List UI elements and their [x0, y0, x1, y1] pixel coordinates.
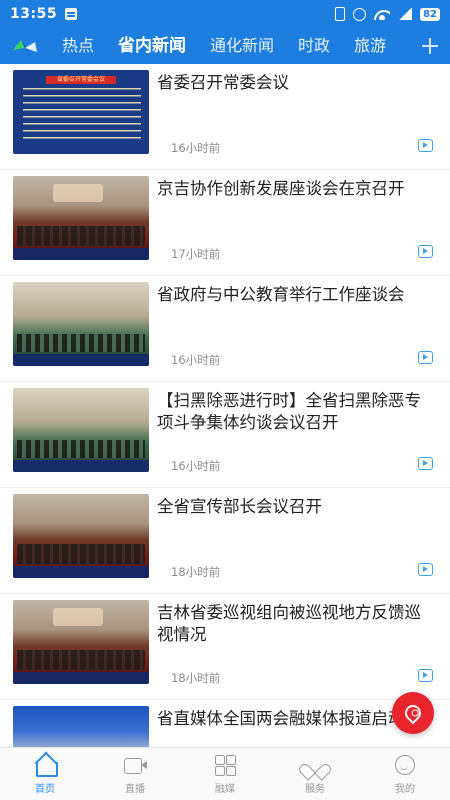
- news-item[interactable]: 省委召开常委会议 省委召开常委会议 16小时前: [0, 64, 450, 170]
- add-channel-icon[interactable]: [410, 28, 450, 64]
- tab-politics[interactable]: 时政: [286, 28, 342, 64]
- nav-media[interactable]: 融媒: [180, 748, 270, 800]
- video-play-icon[interactable]: [418, 457, 433, 470]
- news-thumbnail: [13, 282, 149, 366]
- battery-icon: 82: [420, 7, 440, 21]
- news-title: 京吉协作创新发展座谈会在京召开: [157, 179, 405, 198]
- nav-label: 融媒: [215, 783, 235, 795]
- news-item[interactable]: 省政府与中公教育举行工作座谈会 16小时前: [0, 276, 450, 382]
- news-thumbnail: [13, 388, 149, 472]
- news-time: 16小时前: [171, 141, 221, 155]
- news-thumbnail: [13, 494, 149, 578]
- tab-provincial-news[interactable]: 省内新闻: [106, 28, 198, 64]
- nav-home[interactable]: 首页: [0, 748, 90, 800]
- news-title: 吉林省委巡视组向被巡视地方反馈巡视情况: [157, 603, 421, 644]
- tab-travel[interactable]: 旅游: [342, 28, 398, 64]
- profile-smiley-icon: [393, 754, 417, 776]
- live-camera-icon: [123, 754, 147, 776]
- tab-tonghua-news[interactable]: 通化新闻: [198, 28, 286, 64]
- news-time: 18小时前: [171, 565, 221, 579]
- location-fab-button[interactable]: [392, 692, 434, 734]
- video-play-icon[interactable]: [418, 351, 433, 364]
- signal-icon: [398, 8, 413, 20]
- news-item[interactable]: 省直媒体全国两会融媒体报道启动: [0, 700, 450, 747]
- status-time: 13:55: [10, 6, 58, 22]
- app-logo-icon[interactable]: [0, 28, 50, 64]
- video-play-icon[interactable]: [418, 139, 433, 152]
- nav-label: 服务: [305, 783, 325, 795]
- news-title: 【扫黑除恶进行时】全省扫黑除恶专项斗争集体约谈会议召开: [157, 391, 421, 432]
- bottom-navigation: 首页 直播 融媒 服务 我的: [0, 747, 450, 800]
- news-thumbnail: [13, 706, 149, 747]
- nav-service[interactable]: 服务: [270, 748, 360, 800]
- nav-mine[interactable]: 我的: [360, 748, 450, 800]
- news-item[interactable]: 吉林省委巡视组向被巡视地方反馈巡视情况 18小时前: [0, 594, 450, 700]
- news-title: 全省宣传部长会议召开: [157, 497, 322, 516]
- status-icons: 82: [335, 7, 440, 21]
- news-item[interactable]: 京吉协作创新发展座谈会在京召开 17小时前: [0, 170, 450, 276]
- video-play-icon[interactable]: [418, 245, 433, 258]
- thumbnail-caption: 省委召开常委会议: [46, 76, 116, 84]
- video-play-icon[interactable]: [418, 563, 433, 576]
- media-grid-icon: [213, 754, 237, 776]
- news-title: 省委召开常委会议: [157, 73, 289, 92]
- vibrate-icon: [335, 7, 346, 21]
- service-heart-icon: [303, 754, 327, 776]
- home-icon: [33, 754, 58, 777]
- alarm-icon: [353, 7, 367, 21]
- tab-hot[interactable]: 热点: [50, 28, 106, 64]
- news-time: 18小时前: [171, 671, 221, 685]
- location-pin-icon: [401, 701, 425, 725]
- channel-tabbar: 热点 省内新闻 通化新闻 时政 旅游: [0, 28, 450, 64]
- news-thumbnail: [13, 600, 149, 684]
- nav-label: 首页: [35, 783, 55, 795]
- news-time: 16小时前: [171, 459, 221, 473]
- news-thumbnail: [13, 176, 149, 260]
- news-list: 省委召开常委会议 省委召开常委会议 16小时前 京吉协作创新发展座谈会在京召开 …: [0, 64, 450, 747]
- wifi-icon: [374, 8, 390, 20]
- news-item[interactable]: 全省宣传部长会议召开 18小时前: [0, 488, 450, 594]
- news-thumbnail: 省委召开常委会议: [13, 70, 149, 154]
- nav-live[interactable]: 直播: [90, 748, 180, 800]
- nav-label: 我的: [395, 783, 415, 795]
- nav-label: 直播: [125, 783, 145, 795]
- video-play-icon[interactable]: [418, 669, 433, 682]
- status-bar: 13:55 82: [0, 0, 450, 28]
- news-title: 省政府与中公教育举行工作座谈会: [157, 285, 405, 304]
- news-time: 17小时前: [171, 247, 221, 261]
- notification-icon: [65, 8, 78, 20]
- news-item[interactable]: 【扫黑除恶进行时】全省扫黑除恶专项斗争集体约谈会议召开 16小时前: [0, 382, 450, 488]
- news-time: 16小时前: [171, 353, 221, 367]
